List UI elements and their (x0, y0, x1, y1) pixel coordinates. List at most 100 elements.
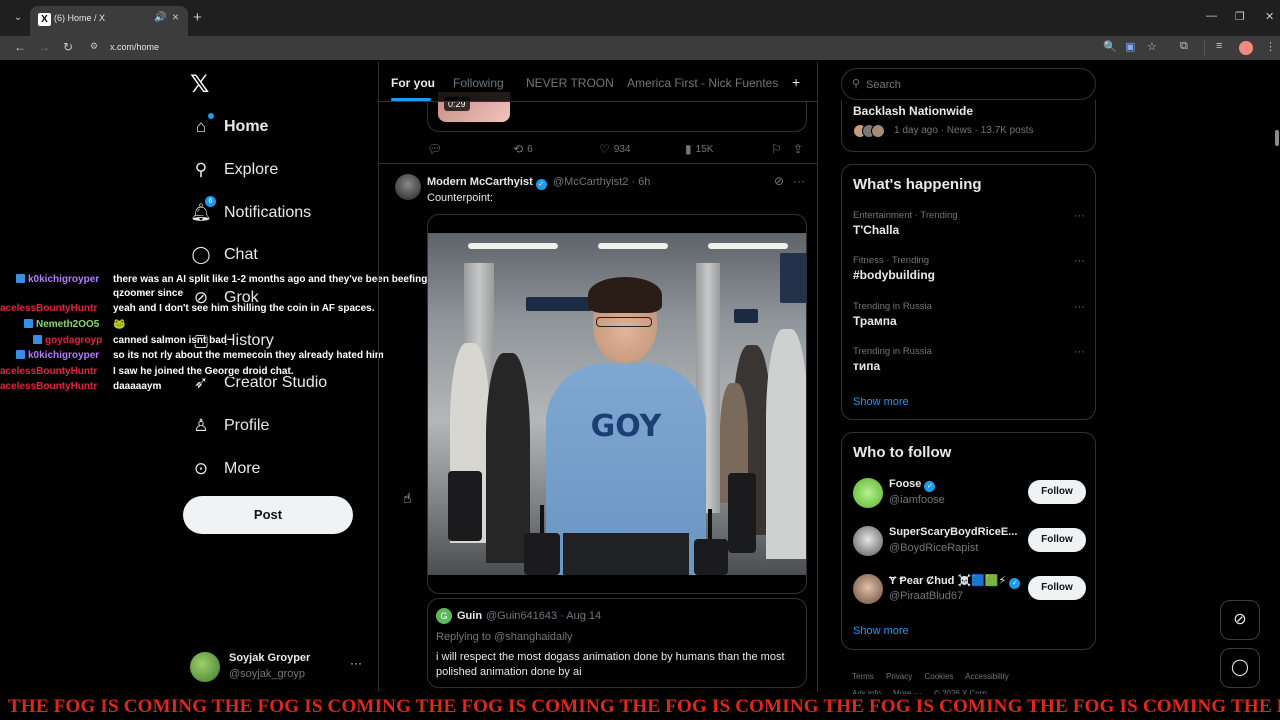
person-icon: ♙ (193, 416, 209, 435)
share-button[interactable]: ⇪ (793, 142, 803, 156)
trend-item[interactable]: Trending in Russia Трампа ··· (853, 301, 1085, 337)
airport-photo: GOY (428, 233, 806, 575)
more-dots-icon[interactable]: ··· (1074, 255, 1085, 267)
bookmark-star-icon[interactable]: ☆ (1147, 40, 1157, 53)
whats-happening-panel: What's happening Entertainment · Trendin… (841, 164, 1096, 420)
repost-icon: ⟲ (513, 142, 524, 156)
repost-button[interactable]: ⟲ 6 (513, 142, 533, 156)
suggestion-handle: @iamfoose (889, 494, 945, 506)
trend-item[interactable]: Trending in Russia типа ··· (853, 346, 1085, 382)
fog-ticker-banner: THE FOG IS COMING THE FOG IS COMING THE … (0, 694, 1280, 720)
chat-message: canned salmon isnt bad (113, 335, 227, 346)
more-dots-icon[interactable]: ··· (1074, 346, 1085, 358)
browser-tab[interactable]: X (6) Home / X 🔊 × (30, 6, 188, 36)
chat-message: 🐸 (113, 319, 126, 330)
chat-username: k0kichigroyper (16, 350, 99, 361)
bookmark-icon: ⚐ (771, 142, 782, 156)
footer-link[interactable]: Terms (852, 672, 874, 681)
cast-icon[interactable]: ▣ (1125, 40, 1135, 53)
tab-america-first[interactable]: America First - Nick Fuentes (627, 76, 778, 90)
follow-button[interactable]: Follow (1028, 480, 1086, 504)
news-story-card[interactable]: Backlash Nationwide 1 day ago · News · 1… (841, 100, 1096, 152)
twitch-icon (33, 335, 42, 344)
tab-for-you[interactable]: For you (391, 76, 435, 90)
trend-name: #bodybuilding (853, 268, 935, 282)
suggestion-name: Foose ✓ (889, 478, 936, 492)
show-more-link[interactable]: Show more (853, 625, 909, 637)
views-button[interactable]: ▮ 15K (685, 142, 713, 156)
site-info-icon[interactable]: ⚙ (90, 41, 104, 55)
address-bar[interactable]: x.com/home (110, 42, 159, 52)
browser-tab-bar: ⌄ X (6) Home / X 🔊 × + — ❐ ✕ (0, 0, 1280, 36)
messages-floating-button[interactable]: ◯ (1220, 648, 1260, 688)
news-meta: 1 day ago · News · 13.7K posts (894, 125, 1034, 136)
account-switcher[interactable]: Soyjak Groyper @soyjak_groyp ··· (190, 650, 370, 686)
avatar[interactable] (395, 174, 421, 200)
add-tab-plus-icon[interactable]: + (792, 74, 800, 90)
close-tab-icon[interactable]: × (172, 10, 179, 24)
nav-label: More (224, 460, 261, 477)
like-button[interactable]: ♡ 934 (599, 142, 630, 156)
nav-label: Explore (224, 161, 279, 178)
nav-more[interactable]: ⊙ More (190, 454, 261, 484)
news-title: Backlash Nationwide (853, 104, 974, 118)
footer-link[interactable]: Cookies (924, 672, 953, 681)
more-dots-icon[interactable]: ··· (350, 656, 362, 670)
follow-suggestion[interactable]: Ɏ Ᵽear Ȼhud ☠️🟦🟩⚡ ✓ @PiraatBlud67 Follow (853, 572, 1087, 608)
follow-button[interactable]: Follow (1028, 576, 1086, 600)
reply-button[interactable]: 💬︎ (427, 142, 442, 156)
more-dots-icon[interactable]: ··· (793, 174, 805, 188)
grok-floating-button[interactable]: ⊘ (1220, 600, 1260, 640)
search-input[interactable]: ⚲ Search (841, 68, 1096, 100)
back-arrow-icon[interactable]: ← (14, 40, 26, 54)
trend-item[interactable]: Entertainment · Trending T'Challa ··· (853, 210, 1085, 246)
follow-button[interactable]: Follow (1028, 528, 1086, 552)
footer-link[interactable]: Accessibility (965, 672, 1009, 681)
like-count: 934 (613, 143, 631, 155)
home-icon: ⌂ (190, 113, 214, 138)
speaker-icon[interactable]: 🔊 (154, 12, 166, 23)
nav-chat[interactable]: ◯ Chat (190, 240, 257, 270)
media-controls-icon[interactable]: ≡ (1216, 40, 1222, 52)
who-to-follow-panel: Who to follow Foose ✓ @iamfoose Follow Su… (841, 432, 1096, 650)
post-button[interactable]: Post (183, 496, 353, 534)
page-scrollbar[interactable] (1275, 66, 1279, 686)
menu-kebab-icon[interactable]: ⋮ (1265, 40, 1276, 53)
scrollbar-thumb[interactable] (1275, 130, 1279, 146)
x-logo-icon[interactable]: 𝕏 (190, 70, 214, 98)
tab-search-dropdown-icon[interactable]: ⌄ (10, 10, 26, 26)
more-dots-icon[interactable]: ··· (1074, 210, 1085, 222)
forward-arrow-icon[interactable]: → (38, 40, 50, 54)
profile-avatar-icon[interactable] (1239, 41, 1253, 55)
suggestion-handle: @BoydRiceRapist (889, 542, 979, 554)
tab-following[interactable]: Following (453, 76, 504, 90)
reload-icon[interactable]: ↻ (63, 40, 73, 54)
nav-home[interactable]: ⌂ Home (190, 112, 268, 142)
more-dots-icon[interactable]: ··· (1074, 301, 1085, 313)
tweet-author[interactable]: Modern McCarthyist ✓ (427, 176, 547, 190)
grok-icon[interactable]: ⊘ (774, 174, 784, 188)
chat-message: I saw he joined the George droid chat. (113, 366, 294, 377)
extensions-icon[interactable]: ⧉ (1180, 40, 1188, 53)
bookmark-button[interactable]: ⚐ (771, 142, 782, 156)
nav-profile[interactable]: ♙ Profile (190, 411, 269, 441)
zoom-icon[interactable]: 🔍 (1103, 40, 1117, 53)
chat-username: acelessBountyHuntr (0, 381, 98, 392)
tweet-handle[interactable]: @McCarthyist2 · 6h (553, 176, 650, 188)
nav-notifications[interactable]: 🔔︎ 6 Notifications (190, 196, 311, 228)
restore-icon[interactable]: ❐ (1235, 10, 1245, 23)
new-tab-button[interactable]: + (193, 9, 202, 26)
follow-suggestion[interactable]: SuperScaryBoydRiceE... @BoydRiceRapist F… (853, 524, 1087, 560)
footer-link[interactable]: Privacy (886, 672, 912, 681)
trend-meta: Fitness · Trending (853, 255, 930, 266)
tab-never-troon[interactable]: NEVER TROON (526, 76, 614, 90)
close-window-icon[interactable]: ✕ (1265, 10, 1274, 23)
show-more-link[interactable]: Show more (853, 396, 909, 408)
trend-item[interactable]: Fitness · Trending #bodybuilding ··· (853, 255, 1085, 291)
minimize-icon[interactable]: — (1206, 10, 1217, 22)
nav-explore[interactable]: ⚲ Explore (190, 155, 278, 185)
follow-suggestion[interactable]: Foose ✓ @iamfoose Follow (853, 476, 1087, 512)
quoted-tweet[interactable]: G Guin @Guin641643 · Aug 14 Replying to … (427, 598, 807, 688)
heart-icon: ♡ (599, 142, 610, 156)
tweet-image[interactable]: GOY (427, 214, 807, 594)
